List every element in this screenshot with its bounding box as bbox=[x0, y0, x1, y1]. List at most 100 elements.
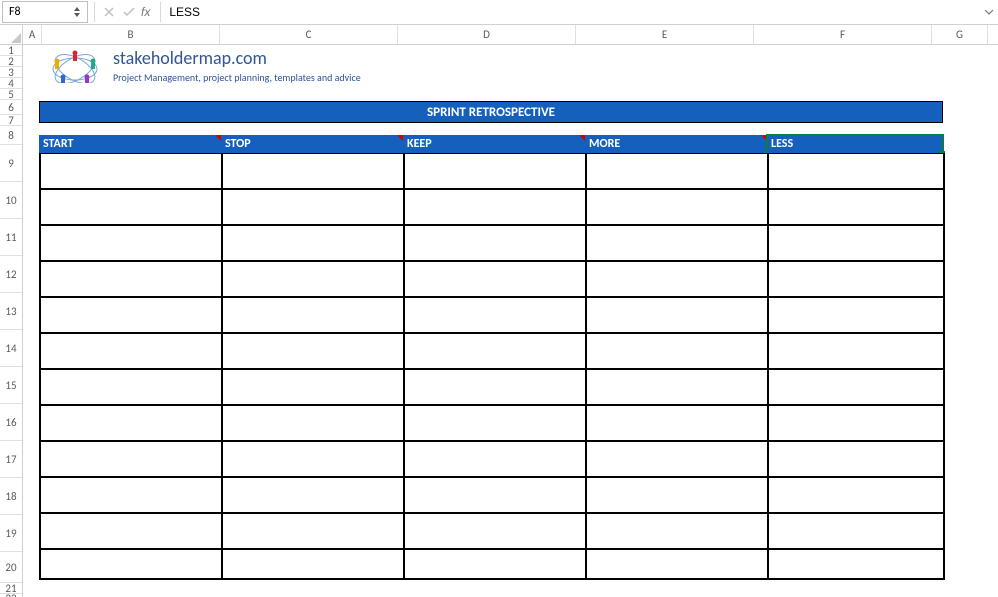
table-cell[interactable] bbox=[586, 369, 768, 405]
table-body bbox=[39, 153, 945, 580]
table-cell[interactable] bbox=[222, 477, 404, 513]
column-header[interactable]: E bbox=[576, 25, 754, 44]
column-header[interactable]: D bbox=[398, 25, 576, 44]
table-cell[interactable] bbox=[40, 405, 222, 441]
row-header[interactable]: 14 bbox=[0, 330, 22, 367]
table-cell[interactable] bbox=[40, 225, 222, 261]
formula-input[interactable] bbox=[165, 2, 980, 22]
table-cell[interactable] bbox=[222, 261, 404, 297]
row-header[interactable]: 12 bbox=[0, 256, 22, 293]
table-cell[interactable] bbox=[404, 441, 586, 477]
table-cell[interactable] bbox=[222, 333, 404, 369]
table-cell[interactable] bbox=[586, 225, 768, 261]
table-cell[interactable] bbox=[40, 549, 222, 579]
table-header-cell[interactable]: LESS bbox=[767, 135, 943, 153]
table-cell[interactable] bbox=[40, 477, 222, 513]
row-header[interactable]: 7 bbox=[0, 115, 22, 126]
table-cell[interactable] bbox=[768, 153, 944, 189]
sheet-body[interactable]: stakeholdermap.com Project Management, p… bbox=[23, 45, 998, 597]
table-cell[interactable] bbox=[404, 477, 586, 513]
row-headers: 12345678910111213141516171819202122 bbox=[0, 25, 23, 597]
table-header-cell[interactable]: MORE bbox=[585, 135, 767, 153]
table-cell[interactable] bbox=[768, 405, 944, 441]
table-cell[interactable] bbox=[40, 333, 222, 369]
row-header[interactable]: 10 bbox=[0, 182, 22, 219]
table-cell[interactable] bbox=[404, 513, 586, 549]
row-header[interactable]: 19 bbox=[0, 515, 22, 552]
row-header[interactable]: 8 bbox=[0, 126, 22, 145]
table-cell[interactable] bbox=[586, 189, 768, 225]
table-cell[interactable] bbox=[768, 297, 944, 333]
table-cell[interactable] bbox=[586, 441, 768, 477]
table-cell[interactable] bbox=[222, 441, 404, 477]
table-cell[interactable] bbox=[40, 189, 222, 225]
confirm-icon[interactable] bbox=[119, 0, 139, 24]
table-header-cell[interactable]: KEEP bbox=[403, 135, 585, 153]
table-cell[interactable] bbox=[40, 153, 222, 189]
table-cell[interactable] bbox=[222, 369, 404, 405]
table-cell[interactable] bbox=[586, 477, 768, 513]
table-cell[interactable] bbox=[222, 153, 404, 189]
name-box[interactable]: F8 bbox=[2, 1, 88, 23]
cancel-icon[interactable] bbox=[99, 0, 119, 24]
row-header[interactable]: 16 bbox=[0, 404, 22, 441]
row-header[interactable]: 9 bbox=[0, 145, 22, 182]
table-cell[interactable] bbox=[40, 441, 222, 477]
table-cell[interactable] bbox=[768, 225, 944, 261]
table-cell[interactable] bbox=[768, 513, 944, 549]
column-header[interactable]: A bbox=[23, 25, 42, 44]
table-cell[interactable] bbox=[404, 189, 586, 225]
row-header[interactable]: 20 bbox=[0, 552, 22, 583]
table-cell[interactable] bbox=[768, 441, 944, 477]
table-header-cell[interactable]: START bbox=[39, 135, 221, 153]
spreadsheet-app: F8 fx 1234567891011121314151617181920212… bbox=[0, 0, 998, 597]
table-cell[interactable] bbox=[586, 405, 768, 441]
table-cell[interactable] bbox=[586, 549, 768, 579]
row-header[interactable]: 15 bbox=[0, 367, 22, 404]
table-cell[interactable] bbox=[768, 369, 944, 405]
select-all-corner[interactable] bbox=[0, 25, 22, 45]
table-cell[interactable] bbox=[404, 549, 586, 579]
table-cell[interactable] bbox=[404, 297, 586, 333]
table-cell[interactable] bbox=[586, 153, 768, 189]
table-cell[interactable] bbox=[404, 153, 586, 189]
table-cell[interactable] bbox=[404, 261, 586, 297]
table-cell[interactable] bbox=[222, 405, 404, 441]
table-cell[interactable] bbox=[586, 297, 768, 333]
table-cell[interactable] bbox=[222, 225, 404, 261]
expand-formula-bar-icon[interactable] bbox=[980, 0, 998, 24]
table-cell[interactable] bbox=[40, 513, 222, 549]
table-cell[interactable] bbox=[40, 297, 222, 333]
table-cell[interactable] bbox=[404, 405, 586, 441]
table-cell[interactable] bbox=[404, 225, 586, 261]
table-row bbox=[40, 549, 944, 579]
table-cell[interactable] bbox=[222, 297, 404, 333]
table-cell[interactable] bbox=[222, 189, 404, 225]
row-header[interactable]: 11 bbox=[0, 219, 22, 256]
table-cell[interactable] bbox=[222, 549, 404, 579]
column-header[interactable]: G bbox=[932, 25, 988, 44]
row-header[interactable]: 18 bbox=[0, 478, 22, 515]
table-cell[interactable] bbox=[404, 369, 586, 405]
table-cell[interactable] bbox=[586, 261, 768, 297]
table-cell[interactable] bbox=[586, 333, 768, 369]
table-cell[interactable] bbox=[768, 333, 944, 369]
table-cell[interactable] bbox=[40, 261, 222, 297]
name-box-stepper[interactable] bbox=[73, 6, 81, 18]
table-cell[interactable] bbox=[222, 513, 404, 549]
table-cell[interactable] bbox=[404, 333, 586, 369]
table-cell[interactable] bbox=[768, 261, 944, 297]
table-header-cell[interactable]: STOP bbox=[221, 135, 403, 153]
fx-icon[interactable]: fx bbox=[141, 5, 150, 19]
row-header[interactable]: 5 bbox=[0, 89, 22, 100]
table-cell[interactable] bbox=[40, 369, 222, 405]
column-header[interactable]: F bbox=[754, 25, 932, 44]
row-header[interactable]: 17 bbox=[0, 441, 22, 478]
table-cell[interactable] bbox=[768, 189, 944, 225]
column-header[interactable]: C bbox=[220, 25, 398, 44]
row-header[interactable]: 13 bbox=[0, 293, 22, 330]
table-cell[interactable] bbox=[586, 513, 768, 549]
table-cell[interactable] bbox=[768, 477, 944, 513]
table-cell[interactable] bbox=[768, 549, 944, 579]
column-header[interactable]: B bbox=[42, 25, 220, 44]
